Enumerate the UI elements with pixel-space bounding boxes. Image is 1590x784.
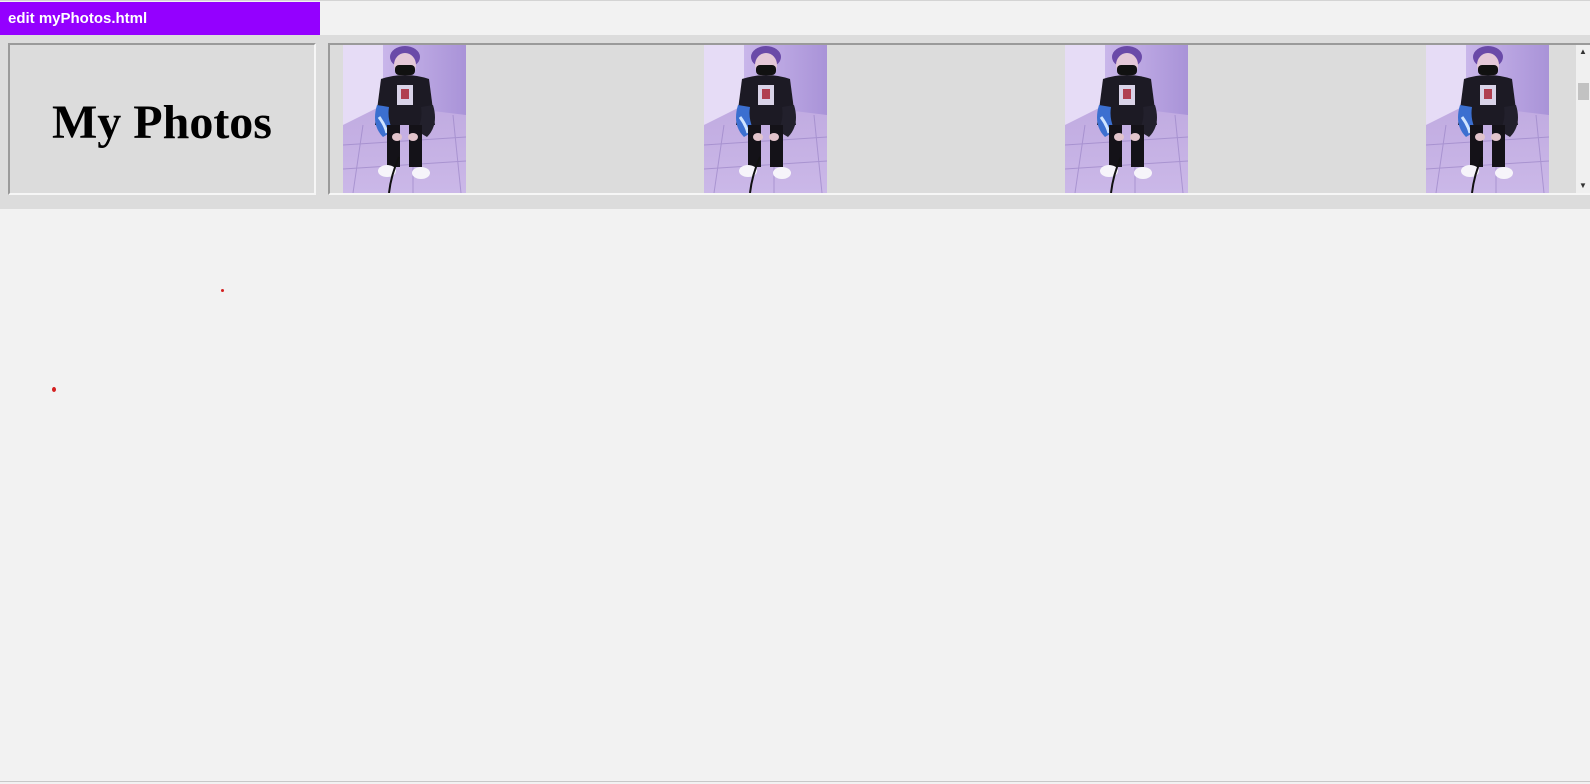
page-header: My Photos ▲ ▼ <box>0 35 1590 209</box>
window-bottom-border <box>0 781 1590 782</box>
triangle-up-icon[interactable]: ▲ <box>1576 45 1590 59</box>
photo-thumbnail[interactable] <box>1426 45 1549 193</box>
triangle-down-icon[interactable]: ▼ <box>1576 179 1590 193</box>
photo-thumbnail[interactable] <box>704 45 827 193</box>
title-frame: My Photos <box>8 43 316 195</box>
photo-strip-frame[interactable]: ▲ ▼ <box>328 43 1590 195</box>
vertical-scrollbar[interactable]: ▲ ▼ <box>1576 45 1590 193</box>
edit-file-tab[interactable]: edit myPhotos.html <box>0 2 320 36</box>
photo-thumbnail[interactable] <box>343 45 466 193</box>
page-title: My Photos <box>52 95 272 149</box>
editor-toolbar: edit myPhotos.html <box>0 0 1590 36</box>
scrollbar-thumb[interactable] <box>1578 83 1589 100</box>
red-marker-dot <box>221 289 224 292</box>
photo-thumbnail[interactable] <box>1065 45 1188 193</box>
red-marker-dot <box>52 387 56 392</box>
